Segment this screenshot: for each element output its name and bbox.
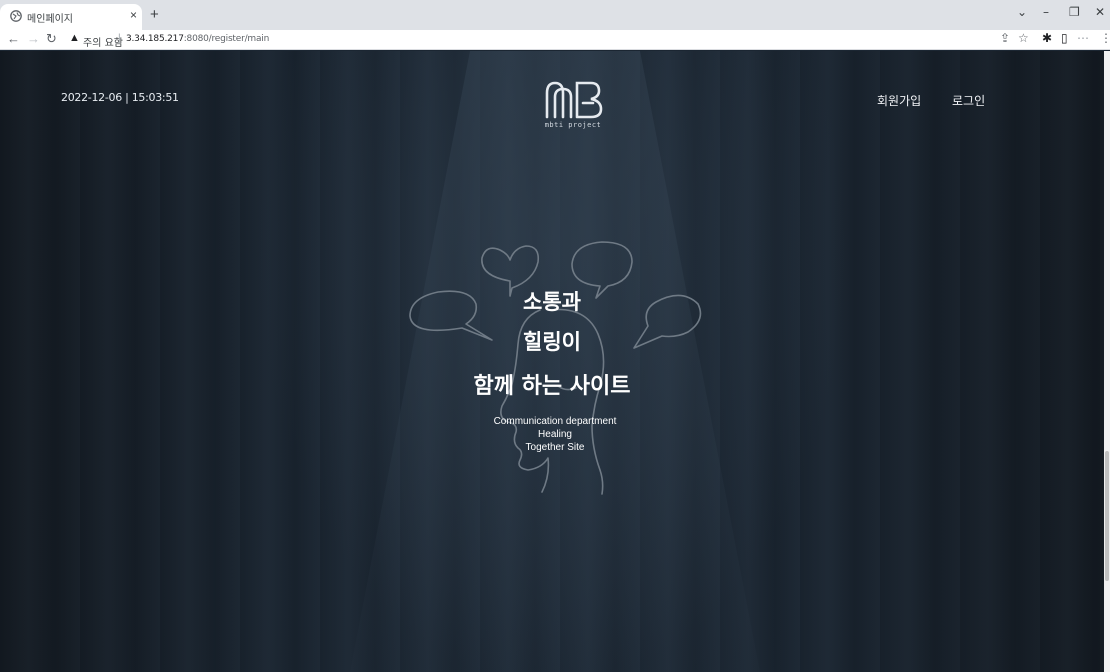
new-tab-button[interactable]: +	[150, 6, 159, 23]
scrollbar-thumb[interactable]	[1105, 451, 1109, 581]
bookmark-star-icon[interactable]: ☆	[1018, 31, 1029, 45]
restore-button[interactable]: ❐	[1069, 5, 1080, 19]
hero-line-3: 함께 하는 사이트	[473, 374, 631, 399]
signup-link[interactable]: 회원가입	[877, 92, 921, 109]
globe-icon	[10, 10, 22, 22]
window-close-button[interactable]: ✕	[1095, 5, 1105, 19]
hero-sub-line-3: Together Site	[525, 442, 585, 453]
current-datetime: 2022-12-06 | 15:03:51	[61, 91, 179, 104]
main-page: 2022-12-06 | 15:03:51 mbti project 회원가입 …	[0, 51, 1104, 672]
forward-arrow-icon[interactable]: →	[27, 31, 40, 46]
browser-tabstrip: 메인페이지 × + ⌄ – ❐ ✕	[0, 0, 1110, 30]
browser-tab[interactable]: 메인페이지 ×	[0, 4, 142, 30]
tab-close-button[interactable]: ×	[130, 8, 137, 22]
url-path: :8080/register/main	[183, 34, 270, 44]
url-host: 3.34.185.217	[126, 34, 184, 44]
hero-line-1: 소통과	[523, 290, 581, 314]
profile-icon[interactable]: ⋯	[1077, 31, 1089, 45]
hero-sub-line-2: Healing	[538, 429, 572, 440]
browser-toolbar: ← → ↻ ▲ 주의 요함 | 3.34.185.217:8080/regist…	[0, 30, 1110, 50]
tab-search-icon[interactable]: ⌄	[1017, 5, 1027, 19]
address-bar[interactable]: ▲ 주의 요함 | 3.34.185.217:8080/register/mai…	[66, 32, 986, 49]
share-icon[interactable]: ⇪	[1000, 31, 1010, 45]
hero-sub-line-1: Communication department	[493, 416, 617, 427]
minimize-button[interactable]: –	[1043, 5, 1049, 19]
sidepanel-icon[interactable]: ▯	[1061, 31, 1068, 45]
tab-title: 메인페이지	[27, 14, 73, 25]
extensions-puzzle-icon[interactable]: ✱	[1042, 31, 1052, 45]
reload-icon[interactable]: ↻	[46, 31, 57, 47]
hero-line-2: 힐링이	[523, 330, 581, 354]
back-arrow-icon[interactable]: ←	[7, 31, 20, 46]
warning-icon[interactable]: ▲	[69, 32, 80, 44]
login-link[interactable]: 로그인	[952, 92, 985, 109]
logo-tagline: mbti project	[544, 121, 602, 129]
page-scrollbar[interactable]	[1104, 51, 1110, 672]
menu-kebab-icon[interactable]: ⋮	[1100, 31, 1110, 45]
url-divider: |	[118, 33, 121, 44]
security-status[interactable]: 주의 요함	[83, 34, 123, 49]
url-text[interactable]: 3.34.185.217:8080/register/main	[126, 34, 269, 44]
